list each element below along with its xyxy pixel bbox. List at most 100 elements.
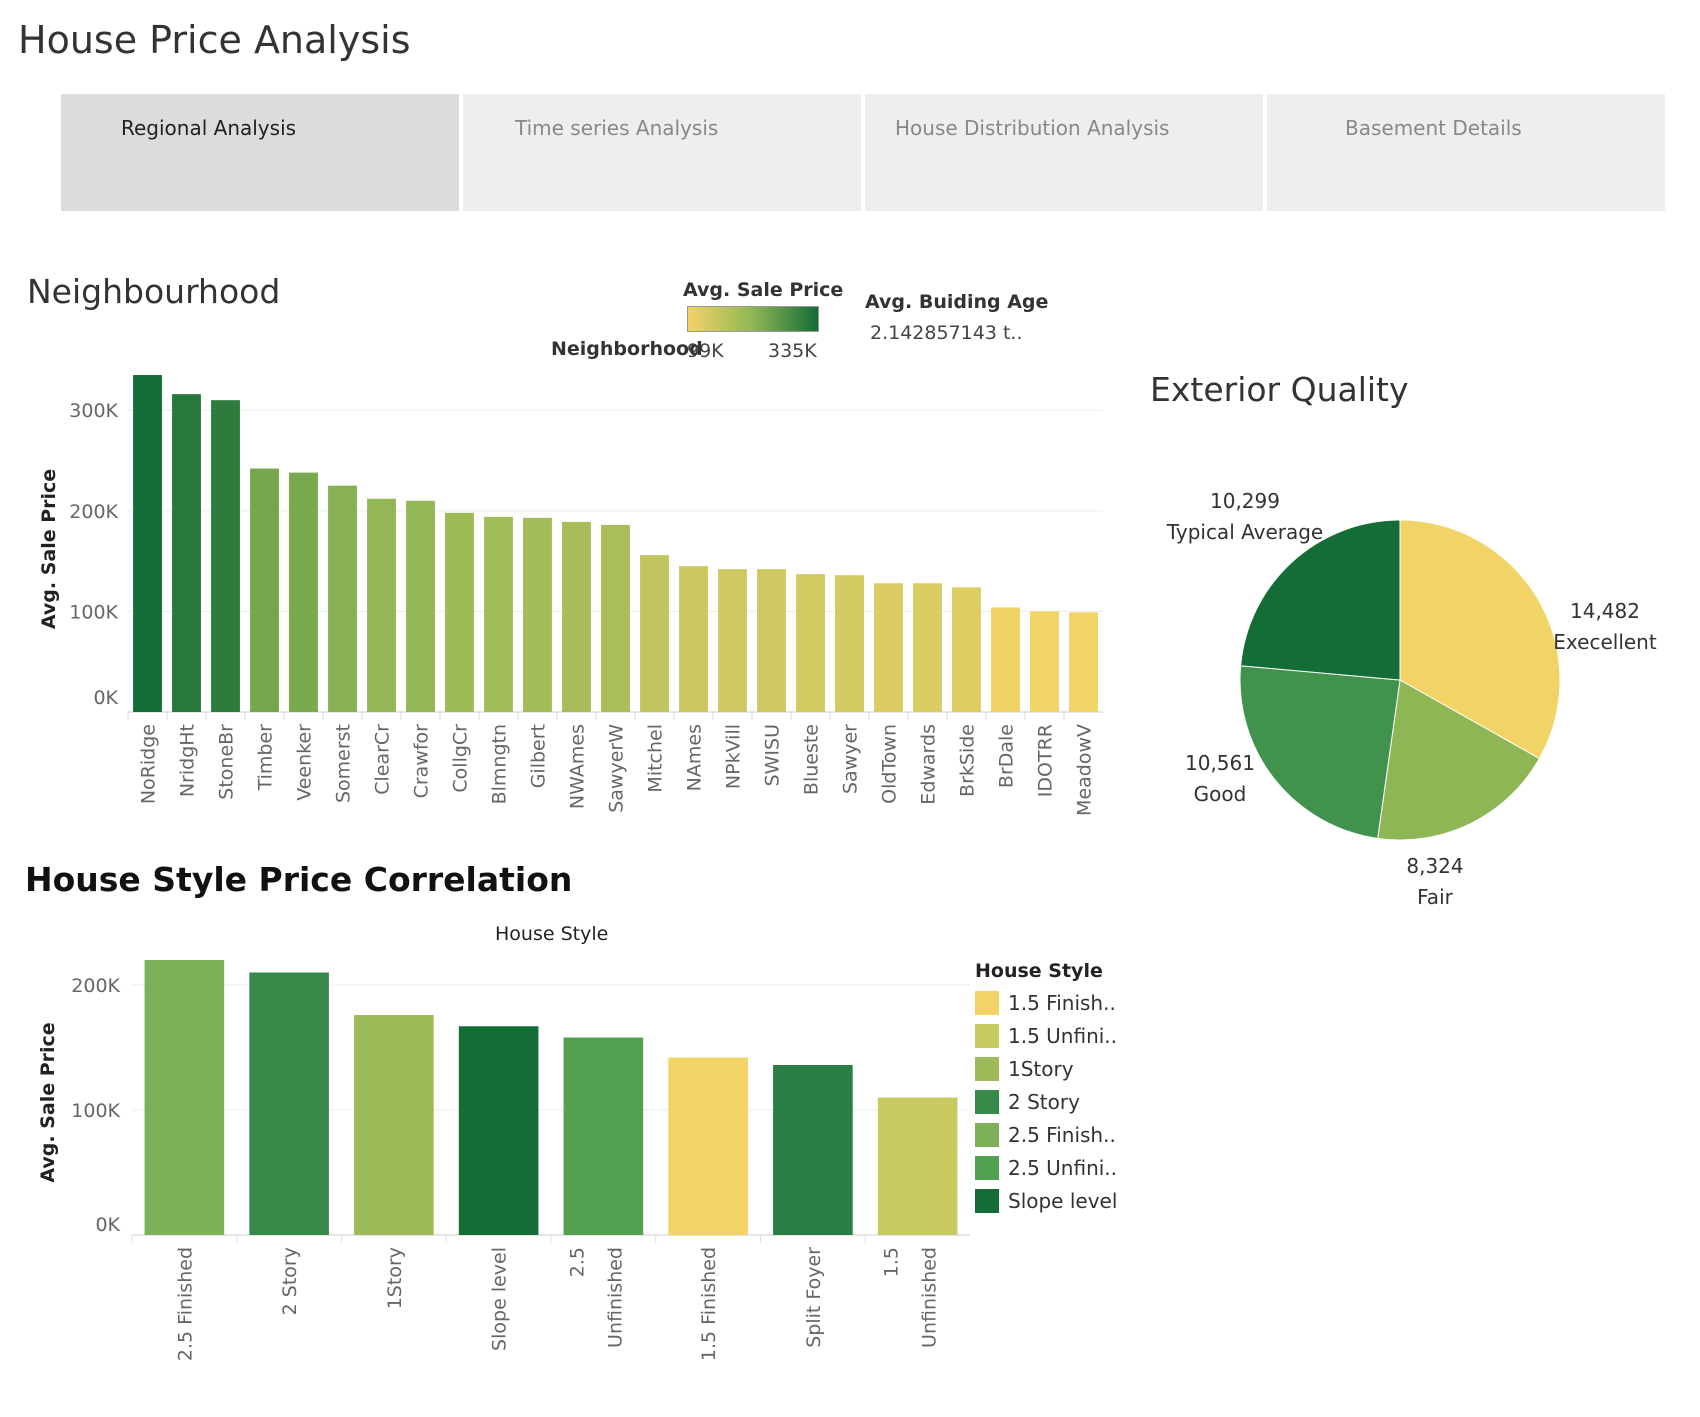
house-style-title: House Style Price Correlation — [25, 860, 573, 899]
x-tick-label: Mitchel — [645, 724, 667, 793]
y-tick-label: 200K — [71, 975, 120, 997]
bar-sawyerw — [601, 524, 630, 712]
legend-item: Slope level — [975, 1184, 1117, 1217]
pie-category-label: Good — [1194, 782, 1247, 806]
x-tick-label: NAmes — [684, 724, 706, 791]
x-tick-label: Somerst — [333, 724, 355, 803]
x-tick-label: CollgCr — [450, 724, 472, 793]
bar-collgcr — [445, 512, 474, 712]
legend-label: 2 Story — [1008, 1089, 1080, 1114]
bar-2.5-finished — [144, 960, 225, 1235]
x-tick-label: MeadowV — [1074, 724, 1096, 816]
bar-blmngtn — [484, 516, 513, 712]
legend-label: Slope level — [1008, 1188, 1118, 1213]
x-tick-label: Crawfor — [411, 724, 433, 799]
legend-swatch — [975, 1089, 999, 1114]
bar-somerst — [328, 485, 357, 712]
bar-timber — [250, 468, 279, 712]
legend-swatch — [975, 990, 999, 1015]
bar-sawyer — [835, 575, 864, 712]
house-style-bar-chart: 0K 100K 200K Avg. Sale Price 2.5 Finished 2 S… — [37, 960, 970, 1361]
bar-slope-level — [458, 1026, 539, 1235]
x-tick-label: BrDale — [996, 724, 1018, 788]
pie-value-label: 8,324 — [1406, 854, 1463, 878]
bar-oldtown — [874, 583, 903, 712]
legend-label: 2.5 Unfini.. — [1008, 1155, 1118, 1180]
legend-label: 1.5 Finish.. — [1008, 990, 1116, 1015]
tab-bar: Regional Analysis Time series Analysis H… — [61, 94, 1665, 211]
x-tick-label: IDOTRR — [1035, 724, 1057, 797]
pie-slice-typical-average — [1240, 519, 1401, 681]
legend-swatch — [975, 1155, 999, 1180]
x-tick-label: 1.5 — [881, 1247, 903, 1277]
color-legend-max: 335K — [768, 340, 817, 362]
bar-stonebr — [211, 400, 240, 712]
y-axis-title: Avg. Sale Price — [38, 469, 60, 629]
legend-swatch — [975, 1188, 999, 1213]
pie-value-label: 14,482 — [1570, 599, 1640, 623]
pie-slice-good — [1239, 665, 1401, 839]
tab-regional-analysis[interactable]: Regional Analysis — [61, 94, 459, 211]
x-tick-label: Veenker — [294, 724, 316, 801]
x-tick-label: NridgHt — [177, 724, 199, 797]
tab-time-series-analysis[interactable]: Time series Analysis — [463, 94, 861, 211]
x-tick-label: 2.5 Finished — [174, 1247, 196, 1361]
age-legend-value: 2.142857143 t.. — [870, 322, 1023, 344]
x-tick-label: NoRidge — [138, 724, 160, 804]
row-header-neighborhood: Neighborhood — [551, 338, 703, 360]
pie-category-label: Execellent — [1553, 630, 1657, 654]
bar-brkside — [952, 587, 981, 712]
bar-blueste — [796, 574, 825, 712]
y-tick-label: 0K — [93, 687, 118, 709]
tab-label: House Distribution Analysis — [895, 116, 1170, 140]
legend-item: 2 Story — [975, 1085, 1117, 1118]
legend-swatch — [975, 1023, 999, 1048]
bar-brdale — [991, 607, 1020, 712]
bar-2-story — [249, 972, 329, 1235]
x-tick-label: Unfinished — [919, 1247, 941, 1348]
x-tick-label: NPkVill — [723, 724, 745, 789]
bar-1.5-unfinished — [877, 1097, 958, 1235]
neighbourhood-title: Neighbourhood — [27, 272, 281, 311]
y-tick-label: 100K — [71, 1100, 120, 1122]
dashboard-title: House Price Analysis — [18, 18, 411, 62]
x-tick-label: Slope level — [489, 1247, 511, 1351]
x-tick-label: SWISU — [762, 724, 784, 786]
tab-house-distribution-analysis[interactable]: House Distribution Analysis — [865, 94, 1263, 211]
bar-veenker — [289, 472, 318, 712]
tab-label: Regional Analysis — [121, 116, 297, 140]
tab-label: Time series Analysis — [515, 116, 719, 140]
bar-1story — [354, 1015, 434, 1235]
x-tick-label: SawyerW — [606, 724, 628, 813]
bar-nridght — [172, 394, 201, 712]
x-tick-label: 2.5 — [566, 1247, 588, 1277]
x-tick-label: ClearCr — [372, 724, 394, 795]
legend-item: 1.5 Unfini.. — [975, 1019, 1117, 1052]
x-tick-label: 2 Story — [279, 1247, 301, 1315]
bar-npkvill — [718, 569, 747, 712]
x-tick-label: Edwards — [918, 724, 940, 805]
house-style-legend: House Style 1.5 Finish.. 1.5 Unfini.. 1Sto… — [975, 960, 1117, 1217]
tab-basement-details[interactable]: Basement Details — [1267, 94, 1665, 211]
x-tick-label: 1Story — [384, 1247, 406, 1309]
legend-item: 1.5 Finish.. — [975, 986, 1117, 1019]
bar-nwames — [562, 521, 591, 712]
color-legend-title: Avg. Sale Price — [683, 279, 844, 301]
bar-crawfor — [406, 500, 435, 712]
bar-names — [679, 566, 708, 712]
neighbourhood-bar-chart: 0K 100K 200K 300K Avg. Sale Price NoRidge Nrid… — [38, 375, 1103, 816]
legend-swatch — [975, 1056, 999, 1081]
exterior-title: Exterior Quality — [1150, 370, 1409, 409]
legend-label: 1.5 Unfini.. — [1008, 1023, 1118, 1048]
legend-item: 2.5 Unfini.. — [975, 1151, 1117, 1184]
bar-edwards — [913, 583, 942, 712]
age-legend-title: Avg. Buiding Age — [865, 291, 1049, 313]
bar-clearcr — [367, 498, 396, 712]
legend-item: 1Story — [975, 1052, 1117, 1085]
x-tick-label: NWAmes — [567, 724, 589, 809]
house-style-column-header: House Style — [495, 923, 609, 945]
y-tick-label: 300K — [69, 400, 118, 422]
exterior-quality-pie-chart: 14,482 Execellent 8,324 Fair 10,561 Good 10,29… — [1166, 489, 1657, 909]
y-tick-label: 0K — [95, 1214, 120, 1236]
x-tick-label: Sawyer — [840, 724, 862, 794]
